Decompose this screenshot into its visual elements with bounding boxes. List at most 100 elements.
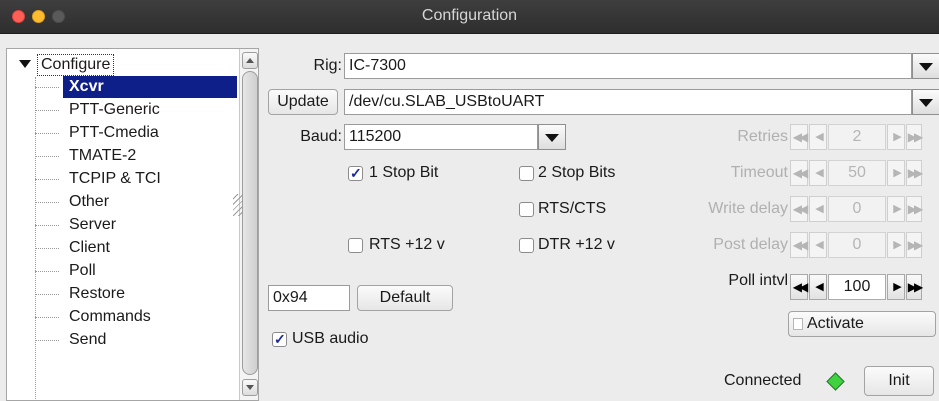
- increment-icon[interactable]: ▶: [887, 274, 905, 300]
- tree-connector: [35, 294, 59, 295]
- resize-grip-icon[interactable]: [233, 194, 243, 216]
- tree-item-label: Restore: [69, 285, 126, 302]
- tree-item-server[interactable]: Server: [35, 214, 237, 236]
- connection-status-label: Connected: [724, 372, 802, 389]
- config-tree: Configure Xcvr PTT-Generic PTT-Cmedia TMATE…: [6, 48, 259, 401]
- checkbox-box[interactable]: ✓: [348, 165, 363, 181]
- activate-toggle[interactable]: Activate: [788, 311, 936, 337]
- tree-item-label: Other: [69, 193, 110, 210]
- civ-address-input[interactable]: 0x94: [268, 285, 350, 311]
- tree-item-label: Server: [69, 216, 117, 233]
- serial-port-select[interactable]: /dev/cu.SLAB_USBtoUART: [344, 89, 912, 115]
- tree-scrollbar[interactable]: [239, 49, 258, 400]
- checkbox-label: 1 Stop Bit: [369, 164, 439, 181]
- increment-icon[interactable]: ▶: [887, 196, 905, 222]
- decrement-icon[interactable]: ◀: [809, 160, 827, 186]
- tree-item-client[interactable]: Client: [35, 237, 237, 259]
- fast-decrement-icon[interactable]: ◀◀: [790, 274, 808, 300]
- tree-item-label: PTT-Generic: [69, 101, 160, 118]
- fast-increment-icon[interactable]: ▶▶: [906, 274, 923, 300]
- tree-item-label: Commands: [69, 308, 151, 325]
- tree-item-send[interactable]: Send: [35, 329, 237, 351]
- tree-item-poll[interactable]: Poll: [35, 260, 237, 282]
- fast-decrement-icon[interactable]: ◀◀: [790, 196, 808, 222]
- tree-item-label: PTT-Cmedia: [69, 124, 159, 141]
- tree-item-xcvr[interactable]: Xcvr: [35, 76, 237, 98]
- activate-label: Activate: [807, 315, 864, 332]
- arrow-down-icon: [246, 385, 254, 390]
- default-button[interactable]: Default: [357, 285, 453, 311]
- checkmark-icon: ✓: [350, 165, 362, 181]
- tree-connector: [35, 317, 59, 318]
- tree-connector: [35, 248, 59, 249]
- tree-root-label: Configure: [37, 54, 115, 76]
- checkbox-label: RTS/CTS: [538, 200, 607, 217]
- tree-connector: [35, 133, 59, 134]
- tree-connector: [35, 179, 59, 180]
- fast-increment-icon[interactable]: ▶▶: [906, 196, 923, 222]
- port-dropdown-button[interactable]: [912, 89, 939, 115]
- post-delay-value[interactable]: 0: [828, 232, 886, 258]
- fast-decrement-icon[interactable]: ◀◀: [790, 232, 808, 258]
- retries-value[interactable]: 2: [828, 124, 886, 150]
- tree-connector: [35, 340, 59, 341]
- connected-indicator-icon: [826, 372, 845, 391]
- checkbox-box[interactable]: [519, 238, 534, 253]
- tree-connector: [35, 87, 59, 88]
- tree-item-restore[interactable]: Restore: [35, 283, 237, 305]
- tree-item-commands[interactable]: Commands: [35, 306, 237, 328]
- checkmark-icon: ✓: [274, 331, 286, 347]
- window-title: Configuration: [421, 7, 518, 24]
- timeout-label: Timeout: [730, 164, 788, 181]
- baud-select[interactable]: 115200: [344, 124, 538, 150]
- tree-item-ptt-generic[interactable]: PTT-Generic: [35, 99, 237, 121]
- increment-icon[interactable]: ▶: [887, 160, 905, 186]
- retries-label: Retries: [737, 128, 788, 145]
- update-button[interactable]: Update: [268, 89, 338, 115]
- fast-decrement-icon[interactable]: ◀◀: [790, 160, 808, 186]
- checkbox-label: RTS +12 v: [369, 236, 445, 253]
- tree-item-label: TCPIP & TCI: [69, 170, 161, 187]
- expand-triangle-icon[interactable]: [19, 60, 31, 68]
- write-delay-label: Write delay: [708, 200, 788, 217]
- rig-label: Rig:: [313, 57, 342, 74]
- fast-increment-icon[interactable]: ▶▶: [906, 124, 923, 150]
- baud-dropdown-button[interactable]: [538, 124, 566, 150]
- decrement-icon[interactable]: ◀: [809, 232, 827, 258]
- checkbox-box[interactable]: [519, 166, 534, 181]
- tree-item-tcpip-tci[interactable]: TCPIP & TCI: [35, 168, 237, 190]
- write-delay-value[interactable]: 0: [828, 196, 886, 222]
- tree-connector: [35, 156, 59, 157]
- checkbox-box[interactable]: [519, 202, 534, 217]
- tree-item-label: Xcvr: [63, 76, 237, 98]
- scroll-down-button[interactable]: [242, 379, 258, 396]
- scroll-up-button[interactable]: [242, 52, 258, 69]
- tree-item-other[interactable]: Other: [35, 191, 237, 213]
- tree-item-label: TMATE-2: [69, 147, 137, 164]
- checkbox-box[interactable]: [348, 238, 363, 253]
- poll-interval-label: Poll intvl: [728, 272, 788, 289]
- fast-decrement-icon[interactable]: ◀◀: [790, 124, 808, 150]
- rig-dropdown-button[interactable]: [912, 53, 939, 79]
- poll-interval-value[interactable]: 100: [828, 274, 886, 300]
- increment-icon[interactable]: ▶: [887, 232, 905, 258]
- tree-item-tmate-2[interactable]: TMATE-2: [35, 145, 237, 167]
- decrement-icon[interactable]: ◀: [809, 274, 827, 300]
- tree-connector: [35, 110, 59, 111]
- checkbox-box[interactable]: ✓: [272, 331, 287, 347]
- tree-connector: [35, 202, 59, 203]
- chevron-down-icon: [545, 134, 559, 142]
- fast-increment-icon[interactable]: ▶▶: [906, 160, 923, 186]
- baud-label: Baud:: [300, 128, 342, 145]
- tree-item-ptt-cmedia[interactable]: PTT-Cmedia: [35, 122, 237, 144]
- activate-indicator: [793, 318, 803, 330]
- increment-icon[interactable]: ▶: [887, 124, 905, 150]
- tree-item-label: Client: [69, 239, 110, 256]
- scroll-thumb[interactable]: [242, 71, 258, 375]
- rig-select[interactable]: IC-7300: [344, 53, 912, 79]
- decrement-icon[interactable]: ◀: [809, 196, 827, 222]
- fast-increment-icon[interactable]: ▶▶: [906, 232, 923, 258]
- timeout-value[interactable]: 50: [828, 160, 886, 186]
- init-button[interactable]: Init: [864, 366, 934, 396]
- decrement-icon[interactable]: ◀: [809, 124, 827, 150]
